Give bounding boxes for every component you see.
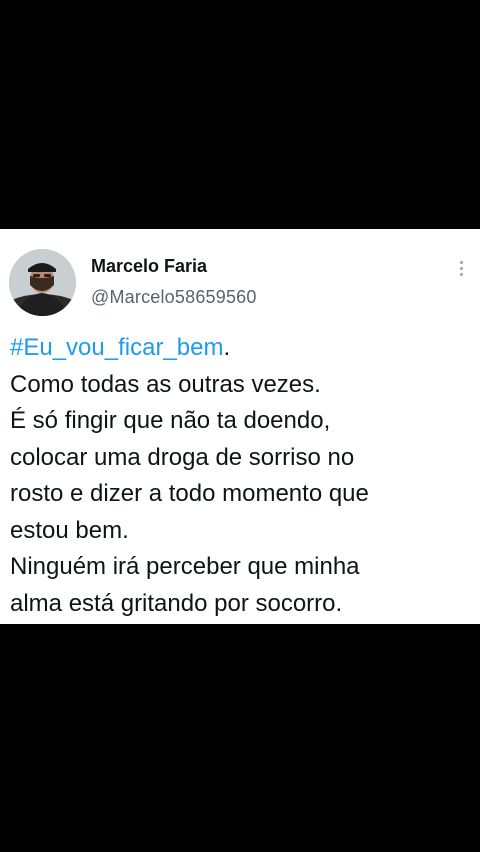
tweet-text-line: É só fingir que não ta doendo, — [10, 407, 331, 434]
tweet-text-line: colocar uma droga de sorriso no — [10, 443, 355, 471]
tweet-card: Marcelo Faria @Marcelo58659560 #Eu_vou_f… — [0, 229, 480, 624]
tweet-text: #Eu_vou_ficar_bem. Como todas as outras … — [10, 330, 472, 622]
vertical-ellipsis-icon-dot — [459, 272, 463, 276]
tweet-text-line: alma está gritando por socorro. — [10, 589, 343, 617]
vertical-ellipsis-icon — [459, 260, 463, 264]
tweet-text-line: Ninguém irá perceber que minha — [10, 553, 360, 580]
author-handle[interactable]: @Marcelo58659560 — [91, 287, 257, 308]
tweet-text-line: estou bem. — [10, 516, 129, 544]
tweet-text-line: Como todas as outras vezes. — [10, 370, 321, 398]
tweet-text-line: rosto e dizer a todo momento que — [10, 480, 369, 507]
top-black-area — [0, 0, 480, 229]
hashtag-link[interactable]: #Eu_vou_ficar_bem — [10, 334, 223, 361]
vertical-ellipsis-icon-dot — [459, 266, 463, 270]
bottom-black-area — [0, 624, 480, 852]
author-display-name[interactable]: Marcelo Faria — [91, 256, 207, 277]
tweet-text-line: #Eu_vou_ficar_bem. — [10, 330, 472, 367]
avatar[interactable] — [9, 249, 76, 316]
profile-photo-icon — [9, 249, 76, 316]
hashtag-suffix: . — [223, 334, 231, 361]
more-options-button[interactable] — [450, 257, 472, 279]
